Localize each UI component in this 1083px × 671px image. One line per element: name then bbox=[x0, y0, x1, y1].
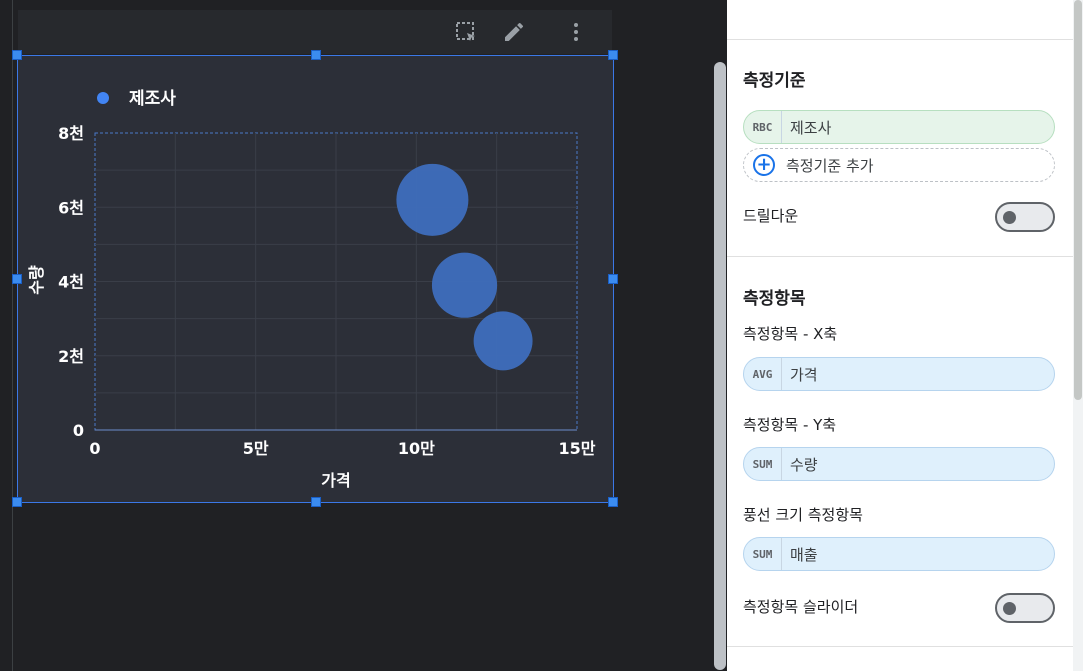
drilldown-label: 드릴다운 bbox=[743, 207, 799, 225]
dimension-section-title: 측정기준 bbox=[743, 71, 806, 91]
toggle-knob bbox=[1003, 602, 1016, 615]
legend-label: 제조사 bbox=[129, 89, 176, 109]
panel-scrollbar-thumb[interactable] bbox=[1074, 0, 1082, 400]
resize-handle-tr[interactable] bbox=[608, 50, 618, 60]
divider bbox=[727, 39, 1073, 40]
legend-marker bbox=[97, 92, 109, 104]
x-tick-label: 5만 bbox=[243, 439, 269, 458]
chart-svg: 0 5만 10만 15만 0 2천 4천 6천 8천 제조사 가격 수량 bbox=[27, 89, 596, 490]
resize-handle-r[interactable] bbox=[608, 274, 618, 284]
x-metric-chip-price[interactable]: AVG 가격 bbox=[743, 357, 1055, 391]
dimension-type-tag: RBC bbox=[744, 111, 782, 143]
bubble-size-metric-chip-sales[interactable]: SUM 매출 bbox=[743, 537, 1055, 571]
resize-handle-br[interactable] bbox=[608, 497, 618, 507]
y-metric-chip-quantity[interactable]: SUM 수량 bbox=[743, 447, 1055, 481]
more-vert-icon[interactable] bbox=[562, 18, 590, 46]
metric-slider-toggle[interactable] bbox=[995, 593, 1055, 623]
properties-panel: 측정기준 RBC 제조사 + 측정기준 추가 드릴다운 측정항목 측정항목 - … bbox=[727, 0, 1083, 671]
y-metric-chip-label: 수량 bbox=[790, 455, 818, 474]
metric-section-title: 측정항목 bbox=[743, 289, 806, 309]
report-canvas: 0 5만 10만 15만 0 2천 4천 6천 8천 제조사 가격 수량 bbox=[0, 0, 713, 671]
x-axis-title: 가격 bbox=[321, 471, 350, 490]
aggregation-tag: SUM bbox=[744, 448, 782, 480]
panel-scrollbar-track[interactable] bbox=[1073, 0, 1083, 671]
resize-handle-bl[interactable] bbox=[12, 497, 22, 507]
y-metric-label: 측정항목 - Y축 bbox=[743, 416, 837, 434]
metric-slider-label: 측정항목 슬라이더 bbox=[743, 598, 859, 616]
divider bbox=[727, 646, 1073, 647]
y-tick-label: 6천 bbox=[58, 198, 84, 217]
bubble-size-metric-label: 풍선 크기 측정항목 bbox=[743, 506, 863, 524]
add-dimension-label: 측정기준 추가 bbox=[786, 156, 874, 175]
y-tick-label: 2천 bbox=[58, 347, 84, 366]
x-metric-chip-label: 가격 bbox=[790, 365, 818, 384]
y-tick-label: 8천 bbox=[58, 124, 84, 143]
add-circle-icon: + bbox=[753, 154, 775, 176]
divider bbox=[727, 256, 1073, 257]
toggle-knob bbox=[1003, 211, 1016, 224]
data-bubble bbox=[396, 163, 469, 236]
canvas-left-rule bbox=[12, 0, 13, 671]
y-tick-label: 0 bbox=[73, 421, 84, 440]
dimension-chip-manufacturer[interactable]: RBC 제조사 bbox=[743, 110, 1055, 144]
bubble-size-chip-label: 매출 bbox=[790, 545, 818, 564]
select-area-icon[interactable] bbox=[452, 18, 480, 46]
x-tick-label: 0 bbox=[89, 439, 100, 458]
y-tick-label: 4천 bbox=[58, 273, 84, 292]
resize-handle-t[interactable] bbox=[311, 50, 321, 60]
canvas-scrollbar-thumb[interactable] bbox=[714, 62, 726, 670]
drilldown-toggle[interactable] bbox=[995, 202, 1055, 232]
x-tick-label: 10만 bbox=[398, 439, 435, 458]
aggregation-tag: AVG bbox=[744, 358, 782, 390]
data-bubble bbox=[473, 311, 533, 371]
pencil-icon[interactable] bbox=[500, 18, 528, 46]
data-bubble bbox=[431, 252, 498, 318]
bubble-chart[interactable]: 0 5만 10만 15만 0 2천 4천 6천 8천 제조사 가격 수량 bbox=[17, 55, 614, 503]
dimension-chip-label: 제조사 bbox=[790, 118, 832, 137]
add-dimension-button[interactable]: + 측정기준 추가 bbox=[743, 148, 1055, 182]
resize-handle-l[interactable] bbox=[12, 274, 22, 284]
x-tick-label: 15만 bbox=[559, 439, 596, 458]
x-metric-label: 측정항목 - X축 bbox=[743, 325, 838, 343]
resize-handle-b[interactable] bbox=[311, 497, 321, 507]
chart-toolbar bbox=[18, 10, 612, 54]
y-axis-title: 수량 bbox=[27, 265, 46, 295]
aggregation-tag: SUM bbox=[744, 538, 782, 570]
resize-handle-tl[interactable] bbox=[12, 50, 22, 60]
